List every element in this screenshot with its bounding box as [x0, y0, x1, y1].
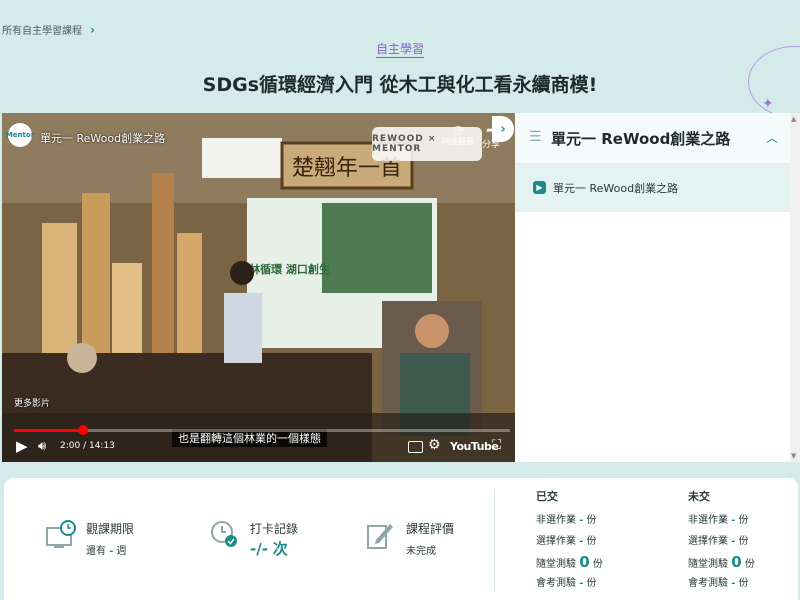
more-videos-label[interactable]: 更多影片	[14, 396, 50, 409]
hw-label: 隨堂測驗	[688, 559, 728, 570]
hw-value: -	[731, 515, 736, 526]
video-controls: ▶ 🔊︎ 2:00 / 14:13 ⚙ YouTube ⛶	[2, 433, 515, 462]
checkin-suffix: 次	[272, 540, 288, 558]
unit-side-panel: ☰ 單元一 ReWood創業之路 ︿ ▶ 單元一 ReWood創業之路	[515, 113, 790, 462]
hw-row: 隨堂測驗 0 份	[688, 552, 755, 573]
captions-icon[interactable]	[408, 441, 423, 453]
hw-value: -	[579, 536, 584, 547]
unit-title[interactable]: 單元一 ReWood創業之路	[551, 128, 730, 149]
video-frame-illustration: 楚翹年一首 森林循環 湖口創生	[2, 113, 515, 462]
video-time: 2:00 / 14:13	[60, 441, 115, 451]
lesson-item[interactable]: ▶ 單元一 ReWood創業之路	[515, 164, 790, 212]
hw-label: 非選作業	[536, 515, 576, 526]
hw-unit: 份	[586, 515, 597, 526]
unit-header[interactable]: ☰ 單元一 ReWood創業之路 ︿	[515, 113, 790, 164]
viewing-period-number: -	[109, 546, 114, 557]
watch-later-button[interactable]: ◷ 稍後觀看	[442, 123, 474, 147]
hw-row: 非選作業 - 份	[688, 510, 755, 531]
hw-unit: 份	[586, 578, 597, 589]
page-title: SDGs循環經濟入門 從木工與化工看永續商模!	[202, 74, 598, 96]
play-lesson-icon: ▶	[533, 181, 546, 194]
rating-label: 課程評價	[406, 522, 455, 536]
viewing-period-suffix: 週	[116, 546, 127, 557]
video-progress-bar[interactable]	[14, 425, 510, 435]
hw-value: -	[579, 578, 584, 589]
channel-logo[interactable]: Mentor	[6, 123, 34, 147]
checkin-value: -/- 次	[250, 538, 288, 559]
hw-value: -	[579, 515, 584, 526]
breadcrumb[interactable]: 所有自主學習課程 ›	[2, 22, 95, 38]
hw-value: 0	[731, 553, 742, 571]
video-player[interactable]: 楚翹年一首 森林循環 湖口創生 Mentor 單元一 ReWood創業之路 RE…	[2, 113, 515, 462]
video-title[interactable]: 單元一 ReWood創業之路	[40, 130, 165, 146]
viewing-period-prefix: 還有	[86, 546, 106, 557]
list-icon: ☰	[529, 129, 542, 145]
play-icon[interactable]: ▶	[16, 437, 28, 455]
hw-row: 選擇作業 - 份	[536, 531, 603, 552]
hw-unit: 份	[744, 559, 755, 570]
hw-label: 隨堂測驗	[536, 559, 576, 570]
divider	[494, 490, 495, 590]
clock-check-icon	[211, 521, 237, 547]
hw-row: 選擇作業 - 份	[688, 531, 755, 552]
hw-value: -	[731, 536, 736, 547]
submitted-column: 已交 非選作業 - 份 選擇作業 - 份 隨堂測驗 0 份 會考測驗 - 份	[536, 488, 603, 594]
watch-later-label: 稍後觀看	[442, 137, 474, 146]
hw-unit: 份	[738, 515, 749, 526]
breadcrumb-link[interactable]: 所有自主學習課程	[2, 22, 82, 37]
hw-label: 選擇作業	[688, 536, 728, 547]
hw-unit: 份	[738, 536, 749, 547]
progress-fill	[14, 429, 84, 432]
hw-label: 會考測驗	[688, 578, 728, 589]
unsubmitted-column: 未交 非選作業 - 份 選擇作業 - 份 隨堂測驗 0 份 會考測驗 - 份	[688, 488, 755, 594]
hw-row: 會考測驗 - 份	[688, 573, 755, 594]
viewing-period-label: 觀課期限	[86, 522, 135, 536]
rating-value: 未完成	[406, 546, 436, 557]
edit-icon	[367, 524, 393, 549]
lesson-label[interactable]: 單元一 ReWood創業之路	[553, 180, 678, 196]
submitted-header: 已交	[536, 490, 558, 503]
course-stats-panel: 觀課期限 還有 - 週 打卡記錄 -/- 次 課程評價 未完成 已交 非選作業 …	[4, 478, 798, 600]
unsubmitted-header: 未交	[688, 490, 710, 503]
gear-icon[interactable]: ⚙	[428, 437, 441, 453]
scroll-down-icon[interactable]: ▼	[791, 452, 796, 460]
hw-row: 會考測驗 - 份	[536, 573, 603, 594]
chevron-up-icon[interactable]: ︿	[766, 129, 778, 146]
hw-unit: 份	[592, 559, 603, 570]
clock-icon: ◷	[453, 123, 463, 136]
hw-row: 隨堂測驗 0 份	[536, 552, 603, 573]
viewing-period-value: 還有 - 週	[86, 542, 127, 557]
chevron-right-icon: ›	[90, 22, 95, 37]
scroll-up-icon[interactable]: ▲	[791, 115, 796, 123]
hw-value: -	[731, 578, 736, 589]
hw-value: 0	[579, 553, 590, 571]
category-tag[interactable]: 自主學習	[375, 42, 424, 58]
hw-label: 選擇作業	[536, 536, 576, 547]
hw-row: 非選作業 - 份	[536, 510, 603, 531]
checkin-number: -/-	[250, 540, 268, 558]
side-scrollbar[interactable]: ▲ ▼	[790, 113, 800, 462]
hw-label: 會考測驗	[536, 578, 576, 589]
fullscreen-icon[interactable]: ⛶	[492, 438, 501, 453]
hw-unit: 份	[586, 536, 597, 547]
hw-label: 非選作業	[688, 515, 728, 526]
checkin-label: 打卡記錄	[250, 522, 299, 536]
volume-icon[interactable]: 🔊︎	[38, 439, 46, 454]
sparkle-icon: ✦	[762, 96, 774, 112]
hw-unit: 份	[738, 578, 749, 589]
category-tag-wrap: 自主學習	[0, 38, 800, 58]
monitor-clock-icon	[46, 520, 76, 548]
